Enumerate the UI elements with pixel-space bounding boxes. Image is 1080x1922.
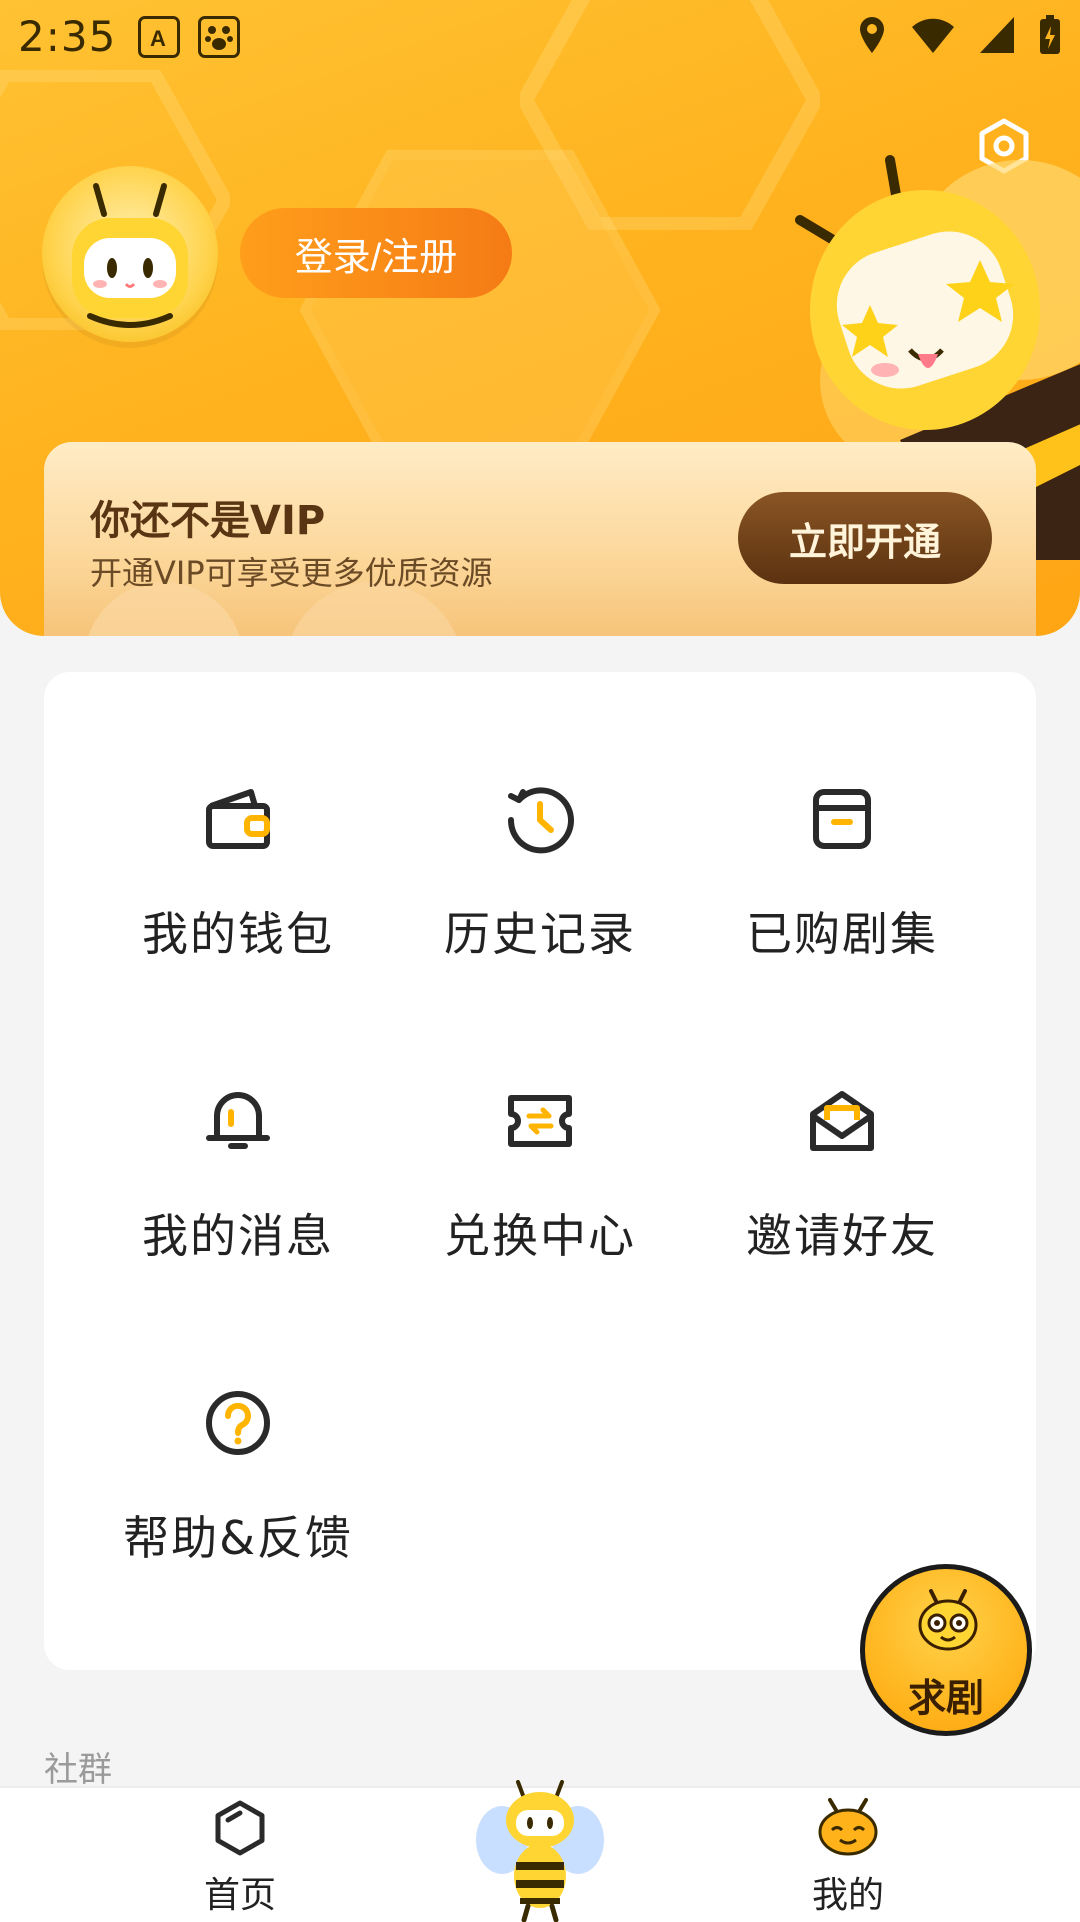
menu-label: 帮助&反馈 — [123, 1511, 353, 1565]
status-bar: 2:35 A — [0, 0, 1080, 72]
home-hexagon-icon — [215, 1800, 265, 1856]
nav-item-home[interactable]: 首页 — [140, 1788, 340, 1922]
nav-label: 首页 — [203, 1875, 276, 1916]
signal-icon — [980, 17, 1014, 53]
location-icon — [860, 17, 884, 53]
nav-item-center-bee[interactable] — [440, 1780, 640, 1922]
notification-paw-icon — [198, 16, 240, 58]
activate-vip-button[interactable]: 立即开通 — [738, 492, 992, 584]
purchased-box-icon — [813, 789, 871, 849]
battery-icon — [1040, 15, 1060, 54]
invite-envelope-icon — [810, 1091, 874, 1151]
avatar[interactable] — [42, 166, 218, 342]
nav-label: 我的 — [811, 1875, 884, 1916]
bee-avatar-icon — [72, 183, 188, 328]
menu-label: 我的消息 — [142, 1209, 334, 1263]
svg-text:A: A — [150, 26, 166, 51]
menu-label: 已购剧集 — [746, 907, 938, 961]
bee-mascot-icon — [476, 1780, 604, 1922]
menu-item-messages[interactable]: 我的消息 — [88, 1086, 388, 1286]
notification-a-icon: A — [138, 16, 180, 58]
wifi-icon — [912, 18, 954, 53]
menu-label: 历史记录 — [444, 907, 636, 961]
menu-item-help[interactable]: 帮助&反馈 — [88, 1388, 388, 1588]
vip-subtitle: 开通VIP可享受更多优质资源 — [90, 554, 493, 592]
nav-item-mine[interactable]: 我的 — [748, 1788, 948, 1922]
hexagon-decoration — [300, 150, 660, 470]
menu-grid-card: 我的钱包 历史记录 已购剧集 我的消息 兑换中心 邀请好友 帮助&反馈 — [44, 672, 1036, 1670]
login-register-button[interactable]: 登录/注册 — [240, 208, 512, 298]
menu-item-history[interactable]: 历史记录 — [390, 784, 690, 984]
history-icon — [507, 787, 574, 854]
menu-label: 兑换中心 — [444, 1209, 636, 1263]
profile-header: 2:35 A 登录/注册 你还不是VIP 开通VIP可享受更多优质资源 立即开通 — [0, 0, 1080, 636]
request-drama-fab[interactable]: 求剧 — [860, 1564, 1032, 1736]
menu-label: 我的钱包 — [142, 907, 334, 961]
exchange-ticket-icon — [508, 1095, 572, 1147]
bee-face-icon — [818, 1798, 878, 1856]
bell-icon — [206, 1092, 270, 1149]
menu-item-purchased[interactable]: 已购剧集 — [692, 784, 992, 984]
status-icons — [856, 14, 1062, 56]
menu-item-invite[interactable]: 邀请好友 — [692, 1086, 992, 1286]
vip-title: 你还不是VIP — [90, 498, 326, 544]
bottom-navigation: 首页 我的 — [0, 1780, 1080, 1922]
menu-label: 邀请好友 — [746, 1209, 938, 1263]
menu-item-exchange[interactable]: 兑换中心 — [390, 1086, 690, 1286]
help-question-icon — [206, 1391, 270, 1455]
status-time: 2:35 — [18, 12, 117, 61]
wallet-icon — [206, 789, 270, 849]
bee-face-icon — [918, 1589, 978, 1651]
vip-banner[interactable]: 你还不是VIP 开通VIP可享受更多优质资源 立即开通 — [44, 442, 1036, 636]
menu-item-wallet[interactable]: 我的钱包 — [88, 784, 388, 984]
fab-label: 求剧 — [907, 1676, 984, 1720]
section-title-community: 社群 — [44, 1750, 112, 1790]
